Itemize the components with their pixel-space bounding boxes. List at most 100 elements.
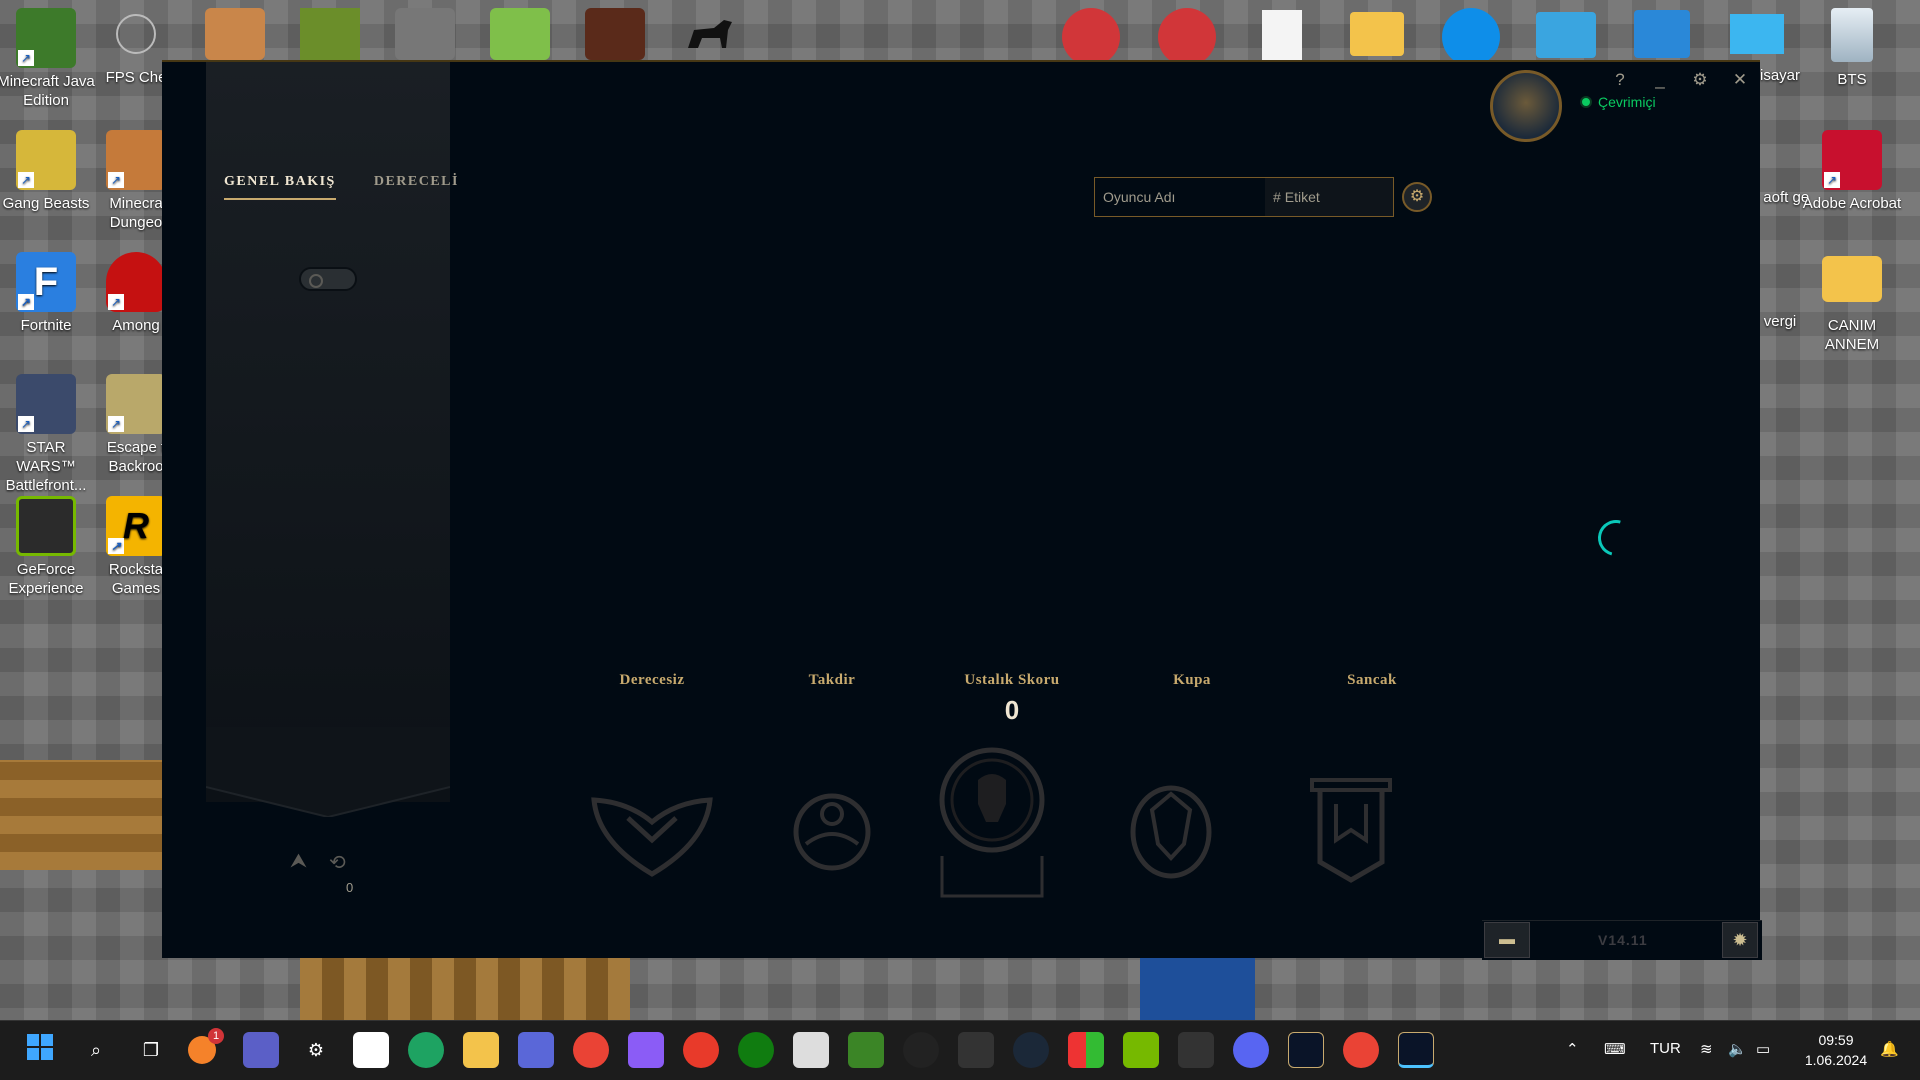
epic-games-icon[interactable]	[958, 1032, 994, 1068]
monitor-icon[interactable]	[1730, 14, 1784, 54]
fortnite-icon: F ↗	[16, 252, 76, 312]
toggle-pill[interactable]	[299, 267, 357, 291]
bug-report-button[interactable]: ✹	[1722, 922, 1758, 958]
media-player-icon[interactable]	[518, 1032, 554, 1068]
desktop-icon-minecraft[interactable]: ↗ Minecraft Java Edition	[0, 8, 96, 110]
grass-block-icon[interactable]	[300, 8, 360, 60]
riot-client-icon[interactable]	[1062, 8, 1120, 66]
desktop-wallpaper-wood	[300, 958, 630, 1020]
game-icon[interactable]	[395, 8, 455, 60]
keyboard-icon[interactable]: ⌨	[1604, 1040, 1626, 1058]
wifi-icon[interactable]: ≋	[1700, 1040, 1713, 1058]
star-wars-icon: ↗	[16, 374, 76, 434]
notification-bell-icon[interactable]: 🔔	[1880, 1040, 1899, 1058]
riot-client-icon[interactable]	[1158, 8, 1216, 66]
desktop-icon-label: Gang Beasts	[2, 195, 90, 212]
teamviewer-icon[interactable]	[1442, 8, 1500, 66]
stat-kupa: Kupa	[1122, 672, 1262, 689]
summoner-avatar[interactable]	[1490, 70, 1562, 142]
chevron-up-icon[interactable]: ⌃	[1566, 1040, 1579, 1058]
ea-icon[interactable]	[683, 1032, 719, 1068]
teams-icon[interactable]	[243, 1032, 279, 1068]
task-view-icon[interactable]: ❐	[133, 1032, 169, 1068]
unranked-emblem-icon[interactable]	[588, 782, 716, 882]
app-icon[interactable]	[628, 1032, 664, 1068]
desktop-icon-fortnite[interactable]: F ↗ Fortnite	[0, 252, 96, 335]
amazon-games-icon[interactable]	[1178, 1032, 1214, 1068]
close-button[interactable]: ✕	[1730, 70, 1750, 90]
fnaf-icon[interactable]	[585, 8, 645, 60]
app-icon[interactable]	[903, 1032, 939, 1068]
chrome-icon[interactable]	[1343, 1032, 1379, 1068]
settings-gear-icon[interactable]: ⚙	[298, 1032, 334, 1068]
player-name-input[interactable]	[1095, 189, 1265, 205]
network-icon[interactable]	[1634, 10, 1690, 58]
backrooms-icon: ↗	[106, 374, 166, 434]
desktop-icon-label: GeForce Experience	[8, 561, 84, 597]
tab-dereceli[interactable]: DERECELİ	[374, 174, 459, 200]
desktop-icon-label: Adobe Acrobat	[1802, 195, 1902, 212]
shortcut-arrow-icon: ↗	[18, 416, 34, 432]
desktop-icon-star-wars[interactable]: ↗ STAR WARS™ Battlefront...	[0, 374, 96, 495]
stat-sancak: Sancak	[1302, 672, 1442, 689]
desktop-icon-gang-beasts[interactable]: ↗ Gang Beasts	[0, 130, 96, 213]
settings-button[interactable]: ⚙	[1690, 70, 1710, 90]
stat-label: Ustalık Skoru	[964, 672, 1060, 688]
baldi-icon[interactable]	[490, 8, 550, 60]
document-icon[interactable]	[1262, 10, 1302, 62]
control-panel-icon[interactable]	[1536, 12, 1596, 58]
shortcut-arrow-icon: ↗	[108, 172, 124, 188]
mastery-emblem-icon[interactable]	[934, 744, 1050, 900]
desktop-icon-geforce[interactable]: GeForce Experience	[0, 496, 96, 598]
start-button[interactable]	[22, 1032, 58, 1068]
league-icon[interactable]	[1288, 1032, 1324, 1068]
trophy-emblem-icon[interactable]	[1124, 774, 1218, 884]
desktop-icon-acrobat[interactable]: ↗ Adobe Acrobat	[1802, 130, 1902, 213]
edge-icon[interactable]	[408, 1032, 444, 1068]
desktop-icon-canim-annem[interactable]: CANIM ANNEM	[1802, 256, 1902, 354]
crosshair-icon	[116, 14, 156, 54]
help-button[interactable]: ?	[1610, 70, 1630, 90]
language-indicator[interactable]: TUR	[1650, 1040, 1681, 1057]
search-settings-gear-icon[interactable]: ⚙	[1402, 182, 1432, 212]
microsoft-store-icon[interactable]	[353, 1032, 389, 1068]
minecraft-launcher-icon[interactable]	[848, 1032, 884, 1068]
volume-icon[interactable]: 🔈	[1728, 1040, 1747, 1058]
chat-button[interactable]: ▬	[1484, 922, 1530, 958]
refresh-icon[interactable]: ⟲	[329, 850, 346, 875]
goat-icon[interactable]	[680, 8, 740, 60]
tab-genel-bakis[interactable]: GENEL BAKIŞ	[224, 174, 336, 200]
app-icon[interactable]	[1068, 1032, 1104, 1068]
shortcut-arrow-icon: ↗	[18, 50, 34, 66]
tag-field[interactable]: # Etiket	[1265, 178, 1393, 216]
roblox-icon[interactable]	[793, 1032, 829, 1068]
search-icon[interactable]: ⌕	[78, 1032, 114, 1068]
desktop-icon-recycle-bin[interactable]: BTS	[1802, 8, 1902, 89]
chrome-icon[interactable]	[573, 1032, 609, 1068]
banner-emblem-icon[interactable]	[1306, 774, 1396, 886]
stat-ustalik-skoru: Ustalık Skoru 0	[942, 672, 1082, 726]
game-character-icon[interactable]	[205, 8, 265, 60]
profile-banner-panel	[206, 62, 450, 802]
recycle-bin-icon	[1831, 8, 1873, 62]
chevron-up-icon[interactable]: ⮝	[290, 850, 307, 875]
battery-icon[interactable]: ▭	[1756, 1040, 1770, 1058]
folder-icon[interactable]	[1350, 12, 1404, 56]
desktop-icon-label: Minecraft Java Edition	[0, 73, 95, 109]
stat-label: Takdir	[808, 672, 856, 688]
system-clock[interactable]: 09:59 1.06.2024	[1798, 1030, 1874, 1070]
steam-icon[interactable]	[1013, 1032, 1049, 1068]
online-status[interactable]: Çevrimiçi	[1580, 94, 1656, 110]
discord-icon[interactable]	[1233, 1032, 1269, 1068]
nvidia-icon[interactable]	[1123, 1032, 1159, 1068]
league-client-icon[interactable]	[1398, 1032, 1434, 1068]
app-icon[interactable]: 1	[188, 1028, 224, 1064]
xbox-icon[interactable]	[738, 1032, 774, 1068]
file-explorer-icon[interactable]	[463, 1032, 499, 1068]
profile-tabs: GENEL BAKIŞ DERECELİ	[224, 174, 459, 200]
banner-tail	[206, 727, 450, 817]
minimize-button[interactable]: _	[1650, 70, 1670, 90]
shortcut-arrow-icon: ↗	[108, 294, 124, 310]
player-search: # Etiket	[1094, 177, 1394, 217]
honor-emblem-icon[interactable]	[786, 784, 878, 880]
